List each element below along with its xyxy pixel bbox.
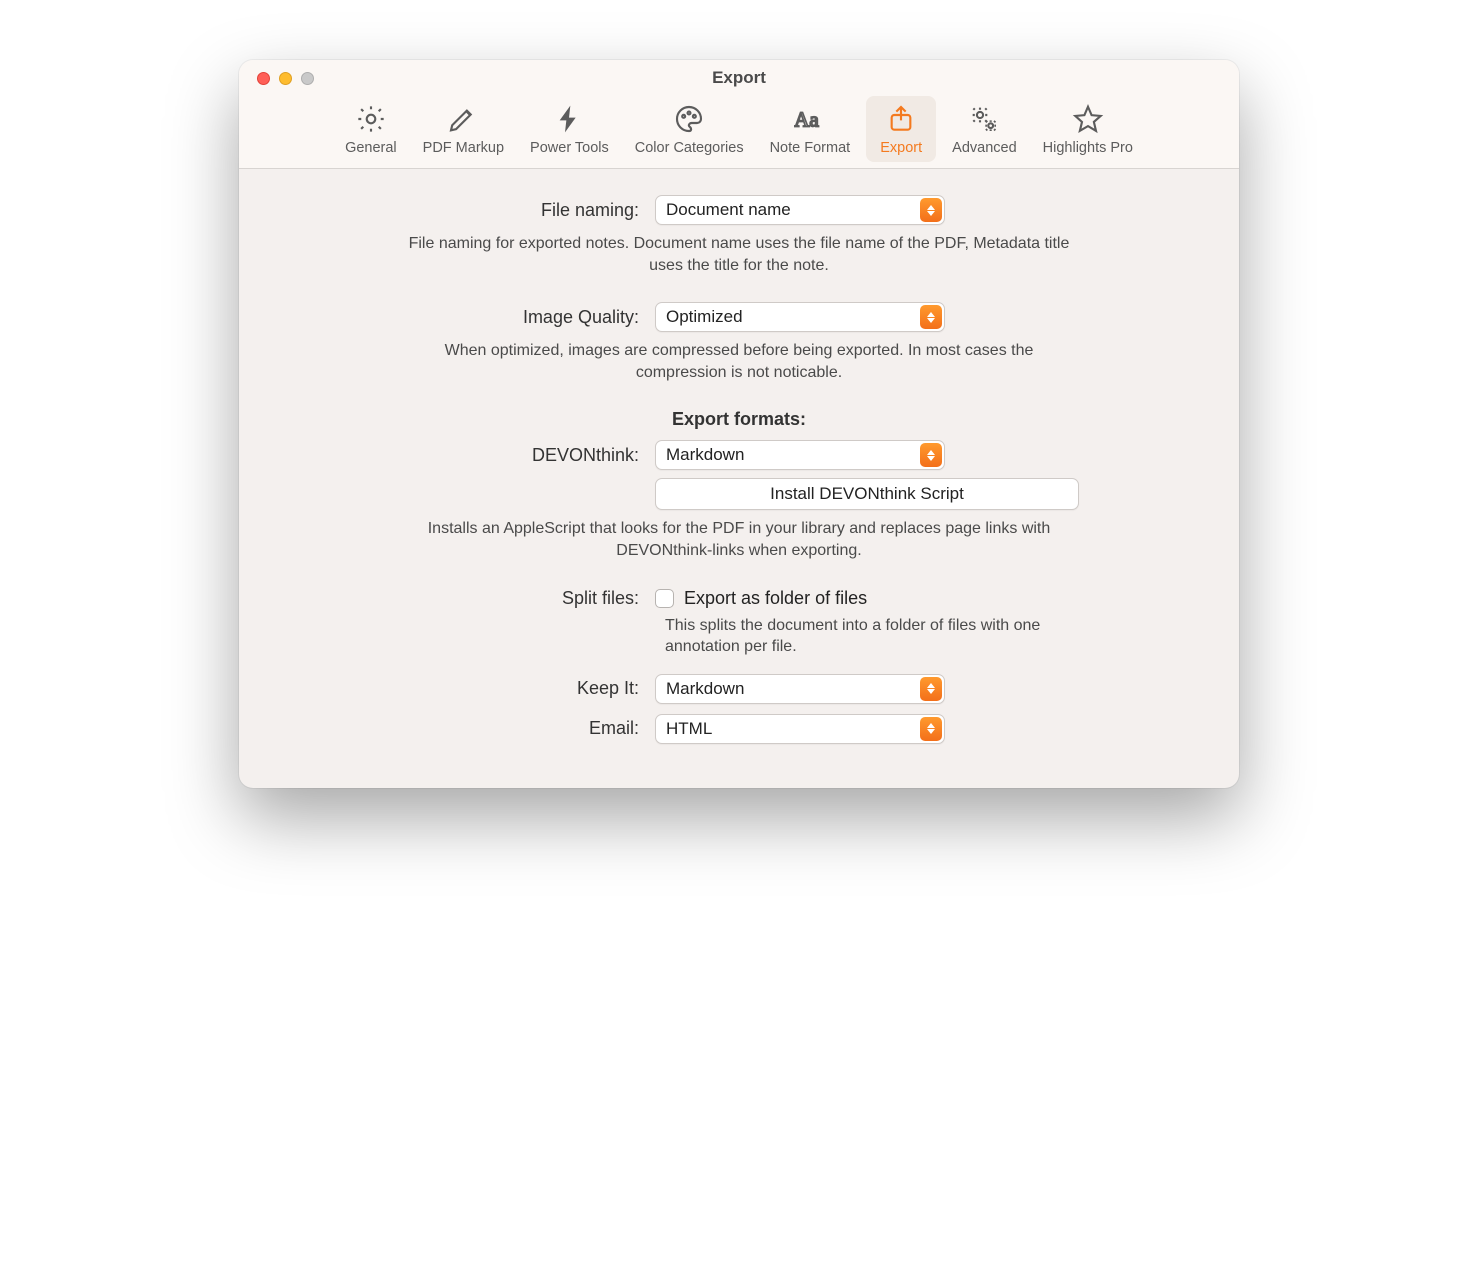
export-formats-heading: Export formats: [269,409,1209,430]
image-quality-help: When optimized, images are compressed be… [399,340,1079,383]
preferences-window: Export General PDF Markup Power Tools [239,60,1239,788]
tab-label: General [345,140,397,156]
split-files-help: This splits the document into a folder o… [665,615,1095,658]
file-naming-help: File naming for exported notes. Document… [399,233,1079,276]
svg-text:Aa: Aa [794,107,819,131]
split-files-checkbox-label: Export as folder of files [684,588,867,609]
tab-advanced[interactable]: Advanced [942,96,1027,162]
devonthink-install-help: Installs an AppleScript that looks for t… [399,518,1079,561]
tab-label: Note Format [770,140,851,156]
image-quality-popup[interactable]: Optimized [655,302,945,332]
tab-label: PDF Markup [423,140,504,156]
gear-icon [354,102,388,136]
devonthink-format-value: Markdown [666,445,744,465]
install-devonthink-script-button[interactable]: Install DEVONthink Script [655,478,1079,510]
text-format-icon: Aa [793,102,827,136]
titlebar: Export General PDF Markup Power Tools [239,60,1239,169]
chevron-up-down-icon [920,198,942,222]
keep-it-label: Keep It: [269,678,639,699]
tab-export[interactable]: Export [866,96,936,162]
tab-color-categories[interactable]: Color Categories [625,96,754,162]
chevron-up-down-icon [920,717,942,741]
tab-label: Export [880,140,922,156]
file-naming-popup[interactable]: Document name [655,195,945,225]
gears-icon [967,102,1001,136]
tab-general[interactable]: General [335,96,407,162]
window-title: Export [239,68,1239,88]
email-format-popup[interactable]: HTML [655,714,945,744]
tab-highlights-pro[interactable]: Highlights Pro [1033,96,1143,162]
export-settings-pane: File naming: Document name File naming f… [239,169,1239,788]
tab-label: Power Tools [530,140,609,156]
chevron-up-down-icon [920,443,942,467]
export-icon [884,102,918,136]
tab-power-tools[interactable]: Power Tools [520,96,619,162]
install-devonthink-script-label: Install DEVONthink Script [770,484,964,504]
palette-icon [672,102,706,136]
tab-label: Color Categories [635,140,744,156]
pencil-icon [446,102,480,136]
tab-note-format[interactable]: Aa Note Format [760,96,861,162]
split-files-checkbox[interactable] [655,589,674,608]
chevron-up-down-icon [920,305,942,329]
bolt-icon [552,102,586,136]
tab-label: Highlights Pro [1043,140,1133,156]
chevron-up-down-icon [920,677,942,701]
email-label: Email: [269,718,639,739]
star-icon [1071,102,1105,136]
devonthink-format-popup[interactable]: Markdown [655,440,945,470]
keep-it-format-popup[interactable]: Markdown [655,674,945,704]
tab-pdf-markup[interactable]: PDF Markup [413,96,514,162]
image-quality-value: Optimized [666,307,743,327]
file-naming-value: Document name [666,200,791,220]
split-files-label: Split files: [269,588,639,609]
file-naming-label: File naming: [269,200,639,221]
tab-label: Advanced [952,140,1017,156]
preferences-toolbar: General PDF Markup Power Tools Color Cat… [239,94,1239,168]
email-format-value: HTML [666,719,712,739]
keep-it-format-value: Markdown [666,679,744,699]
image-quality-label: Image Quality: [269,307,639,328]
devonthink-label: DEVONthink: [269,445,639,466]
